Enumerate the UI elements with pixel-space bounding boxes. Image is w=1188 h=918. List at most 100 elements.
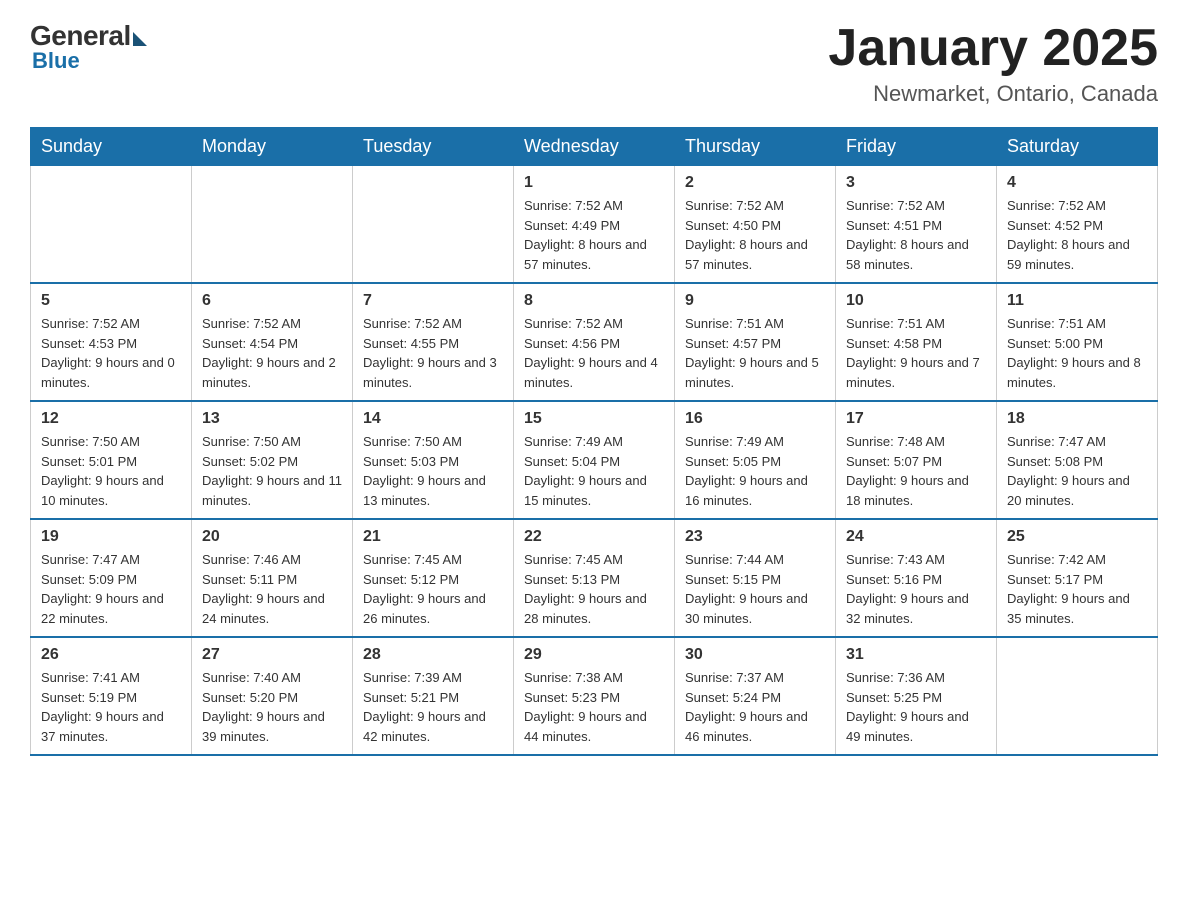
day-number: 13	[202, 410, 342, 428]
day-info: Sunrise: 7:42 AM Sunset: 5:17 PM Dayligh…	[1007, 550, 1147, 628]
days-of-week-row: SundayMondayTuesdayWednesdayThursdayFrid…	[31, 128, 1158, 166]
calendar-day-cell: 16 Sunrise: 7:49 AM Sunset: 5:05 PM Dayli…	[675, 401, 836, 519]
day-info: Sunrise: 7:50 AM Sunset: 5:03 PM Dayligh…	[363, 432, 503, 510]
day-of-week-header: Monday	[192, 128, 353, 166]
calendar-week-row: 1Sunrise: 7:52 AM Sunset: 4:49 PM Daylig…	[31, 166, 1158, 284]
day-number: 23	[685, 528, 825, 546]
day-info: Sunrise: 7:38 AM Sunset: 5:23 PM Dayligh…	[524, 668, 664, 746]
calendar-week-row: 19 Sunrise: 7:47 AM Sunset: 5:09 PM Dayli…	[31, 519, 1158, 637]
day-info: Sunrise: 7:48 AM Sunset: 5:07 PM Dayligh…	[846, 432, 986, 510]
calendar-day-cell: 21 Sunrise: 7:45 AM Sunset: 5:12 PM Dayli…	[353, 519, 514, 637]
day-number: 9	[685, 292, 825, 310]
day-number: 26	[41, 646, 181, 664]
calendar-day-cell: 13 Sunrise: 7:50 AM Sunset: 5:02 PM Dayli…	[192, 401, 353, 519]
day-number: 27	[202, 646, 342, 664]
day-info: Sunrise: 7:52 AM Sunset: 4:56 PM Dayligh…	[524, 314, 664, 392]
day-number: 12	[41, 410, 181, 428]
calendar-day-cell: 8 Sunrise: 7:52 AM Sunset: 4:56 PM Daylig…	[514, 283, 675, 401]
day-info: Sunrise: 7:52 AM Sunset: 4:55 PM Dayligh…	[363, 314, 503, 392]
calendar-day-cell: 6 Sunrise: 7:52 AM Sunset: 4:54 PM Daylig…	[192, 283, 353, 401]
day-number: 11	[1007, 292, 1147, 310]
day-number: 6	[202, 292, 342, 310]
day-info: Sunrise: 7:47 AM Sunset: 5:09 PM Dayligh…	[41, 550, 181, 628]
calendar-day-cell: 18Sunrise: 7:47 AM Sunset: 5:08 PM Dayli…	[997, 401, 1158, 519]
calendar-day-cell: 25 Sunrise: 7:42 AM Sunset: 5:17 PM Dayli…	[997, 519, 1158, 637]
day-info: Sunrise: 7:49 AM Sunset: 5:05 PM Dayligh…	[685, 432, 825, 510]
day-info: Sunrise: 7:52 AM Sunset: 4:49 PM Dayligh…	[524, 196, 664, 274]
day-number: 17	[846, 410, 986, 428]
day-info: Sunrise: 7:51 AM Sunset: 4:57 PM Dayligh…	[685, 314, 825, 392]
calendar-week-row: 5Sunrise: 7:52 AM Sunset: 4:53 PM Daylig…	[31, 283, 1158, 401]
day-number: 14	[363, 410, 503, 428]
day-of-week-header: Friday	[836, 128, 997, 166]
day-info: Sunrise: 7:51 AM Sunset: 5:00 PM Dayligh…	[1007, 314, 1147, 392]
calendar-day-cell: 9 Sunrise: 7:51 AM Sunset: 4:57 PM Daylig…	[675, 283, 836, 401]
day-number: 25	[1007, 528, 1147, 546]
day-of-week-header: Sunday	[31, 128, 192, 166]
calendar-day-cell: 1Sunrise: 7:52 AM Sunset: 4:49 PM Daylig…	[514, 166, 675, 284]
calendar-day-cell: 4Sunrise: 7:52 AM Sunset: 4:52 PM Daylig…	[997, 166, 1158, 284]
day-number: 7	[363, 292, 503, 310]
day-of-week-header: Tuesday	[353, 128, 514, 166]
day-info: Sunrise: 7:44 AM Sunset: 5:15 PM Dayligh…	[685, 550, 825, 628]
day-number: 24	[846, 528, 986, 546]
calendar-day-cell: 30Sunrise: 7:37 AM Sunset: 5:24 PM Dayli…	[675, 637, 836, 755]
calendar-week-row: 26 Sunrise: 7:41 AM Sunset: 5:19 PM Dayli…	[31, 637, 1158, 755]
day-number: 30	[685, 646, 825, 664]
title-block: January 2025 Newmarket, Ontario, Canada	[828, 20, 1158, 107]
calendar-header: SundayMondayTuesdayWednesdayThursdayFrid…	[31, 128, 1158, 166]
page-header: General Blue January 2025 Newmarket, Ont…	[30, 20, 1158, 107]
day-info: Sunrise: 7:52 AM Sunset: 4:50 PM Dayligh…	[685, 196, 825, 274]
calendar-day-cell: 28 Sunrise: 7:39 AM Sunset: 5:21 PM Dayli…	[353, 637, 514, 755]
calendar-day-cell	[31, 166, 192, 284]
calendar-day-cell: 11 Sunrise: 7:51 AM Sunset: 5:00 PM Dayli…	[997, 283, 1158, 401]
calendar-table: SundayMondayTuesdayWednesdayThursdayFrid…	[30, 127, 1158, 756]
day-number: 20	[202, 528, 342, 546]
calendar-day-cell: 22Sunrise: 7:45 AM Sunset: 5:13 PM Dayli…	[514, 519, 675, 637]
day-number: 3	[846, 174, 986, 192]
day-info: Sunrise: 7:40 AM Sunset: 5:20 PM Dayligh…	[202, 668, 342, 746]
day-info: Sunrise: 7:52 AM Sunset: 4:53 PM Dayligh…	[41, 314, 181, 392]
day-info: Sunrise: 7:52 AM Sunset: 4:51 PM Dayligh…	[846, 196, 986, 274]
day-number: 8	[524, 292, 664, 310]
logo-blue-text: Blue	[30, 48, 80, 74]
calendar-day-cell	[997, 637, 1158, 755]
day-number: 31	[846, 646, 986, 664]
calendar-day-cell: 3 Sunrise: 7:52 AM Sunset: 4:51 PM Daylig…	[836, 166, 997, 284]
day-number: 15	[524, 410, 664, 428]
calendar-day-cell: 10 Sunrise: 7:51 AM Sunset: 4:58 PM Dayli…	[836, 283, 997, 401]
day-info: Sunrise: 7:46 AM Sunset: 5:11 PM Dayligh…	[202, 550, 342, 628]
calendar-day-cell: 7 Sunrise: 7:52 AM Sunset: 4:55 PM Daylig…	[353, 283, 514, 401]
logo-arrow-icon	[133, 32, 147, 46]
calendar-day-cell: 17 Sunrise: 7:48 AM Sunset: 5:07 PM Dayli…	[836, 401, 997, 519]
calendar-day-cell: 5Sunrise: 7:52 AM Sunset: 4:53 PM Daylig…	[31, 283, 192, 401]
day-info: Sunrise: 7:52 AM Sunset: 4:54 PM Dayligh…	[202, 314, 342, 392]
day-info: Sunrise: 7:50 AM Sunset: 5:01 PM Dayligh…	[41, 432, 181, 510]
day-of-week-header: Thursday	[675, 128, 836, 166]
calendar-day-cell	[192, 166, 353, 284]
calendar-day-cell: 12 Sunrise: 7:50 AM Sunset: 5:01 PM Dayli…	[31, 401, 192, 519]
day-number: 19	[41, 528, 181, 546]
location-title: Newmarket, Ontario, Canada	[828, 81, 1158, 107]
calendar-day-cell: 20 Sunrise: 7:46 AM Sunset: 5:11 PM Dayli…	[192, 519, 353, 637]
day-info: Sunrise: 7:39 AM Sunset: 5:21 PM Dayligh…	[363, 668, 503, 746]
calendar-day-cell: 14 Sunrise: 7:50 AM Sunset: 5:03 PM Dayli…	[353, 401, 514, 519]
day-info: Sunrise: 7:51 AM Sunset: 4:58 PM Dayligh…	[846, 314, 986, 392]
day-of-week-header: Wednesday	[514, 128, 675, 166]
day-info: Sunrise: 7:45 AM Sunset: 5:12 PM Dayligh…	[363, 550, 503, 628]
day-info: Sunrise: 7:41 AM Sunset: 5:19 PM Dayligh…	[41, 668, 181, 746]
day-number: 21	[363, 528, 503, 546]
month-title: January 2025	[828, 20, 1158, 77]
calendar-week-row: 12 Sunrise: 7:50 AM Sunset: 5:01 PM Dayli…	[31, 401, 1158, 519]
day-number: 29	[524, 646, 664, 664]
day-number: 28	[363, 646, 503, 664]
day-number: 16	[685, 410, 825, 428]
day-info: Sunrise: 7:50 AM Sunset: 5:02 PM Dayligh…	[202, 432, 342, 510]
calendar-day-cell: 19 Sunrise: 7:47 AM Sunset: 5:09 PM Dayli…	[31, 519, 192, 637]
day-number: 18	[1007, 410, 1147, 428]
calendar-day-cell: 26 Sunrise: 7:41 AM Sunset: 5:19 PM Dayli…	[31, 637, 192, 755]
day-of-week-header: Saturday	[997, 128, 1158, 166]
logo: General Blue	[30, 20, 147, 74]
calendar-body: 1Sunrise: 7:52 AM Sunset: 4:49 PM Daylig…	[31, 166, 1158, 756]
day-number: 10	[846, 292, 986, 310]
